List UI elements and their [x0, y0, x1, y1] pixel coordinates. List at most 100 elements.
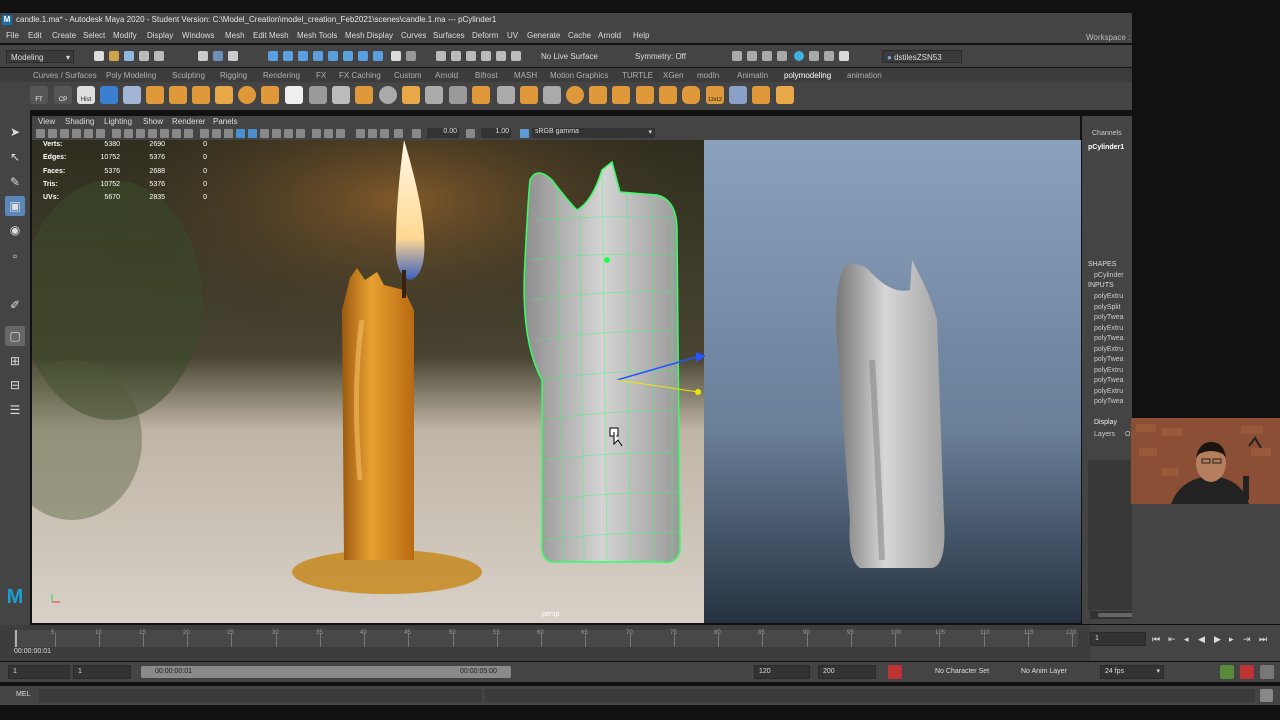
poly-sphere-icon[interactable] — [238, 86, 256, 104]
render-frame-icon[interactable] — [436, 51, 446, 61]
camera-attributes-icon[interactable] — [48, 129, 57, 138]
last-tool-icon[interactable]: ✐ — [5, 295, 25, 315]
gamma-field[interactable]: 1.00 — [481, 128, 511, 138]
isolate-select-icon[interactable] — [336, 129, 345, 138]
grid-12x12-icon[interactable]: 12x12 — [706, 86, 724, 104]
shelf-tab-bifrost[interactable]: Bifrost — [475, 71, 498, 80]
xray-icon[interactable] — [236, 129, 245, 138]
four-view-icon[interactable]: ⊞ — [5, 351, 25, 371]
step-forward-key-icon[interactable]: ⇥ — [1243, 634, 1251, 645]
shelf-tab-animatin[interactable]: Animatin — [737, 71, 768, 80]
character-set-dropdown[interactable]: No Character Set — [935, 668, 989, 675]
range-slider[interactable]: 00:00:00:01 00:00:05:00 — [141, 666, 511, 678]
isolate-icon[interactable] — [394, 129, 403, 138]
lattice-icon[interactable] — [520, 86, 538, 104]
poly-pipe-icon[interactable] — [589, 86, 607, 104]
anim-layer-dropdown[interactable]: No Anim Layer — [1021, 668, 1067, 675]
paint-select-icon[interactable]: ✎ — [5, 172, 25, 192]
color-management-icon[interactable] — [520, 129, 529, 138]
xray-joints-icon[interactable] — [356, 129, 365, 138]
open-scene-icon[interactable] — [109, 51, 119, 61]
motion-blur-icon[interactable] — [296, 129, 305, 138]
snap-curve-icon[interactable] — [283, 51, 293, 61]
film-gate-view-icon[interactable] — [124, 129, 133, 138]
anti-aliasing-icon[interactable] — [312, 129, 321, 138]
undo-icon[interactable] — [139, 51, 149, 61]
gate-mask-icon[interactable] — [148, 129, 157, 138]
bookmark-icon[interactable] — [60, 129, 69, 138]
diamond-icon[interactable] — [146, 86, 164, 104]
viewport-menu-panels[interactable]: Panels — [213, 117, 237, 126]
input-node[interactable]: polyTwea — [1094, 356, 1124, 363]
menu-cache[interactable]: Cache — [568, 31, 591, 40]
input-node[interactable]: polyExtru — [1094, 346, 1123, 353]
wireframe-icon[interactable] — [200, 129, 209, 138]
shelf-tab-poly-modeling[interactable]: Poly Modeling — [106, 71, 156, 80]
rotate-tool-icon[interactable]: ◉ — [5, 220, 25, 240]
loop-icon[interactable] — [1240, 665, 1254, 679]
resolution-view-icon[interactable] — [136, 129, 145, 138]
cube-icon[interactable] — [402, 86, 420, 104]
append-polygon-icon[interactable] — [472, 86, 490, 104]
animation-prefs-icon[interactable] — [1260, 665, 1274, 679]
step-back-frame-icon[interactable]: ◂ — [1184, 634, 1189, 645]
redo-icon[interactable] — [154, 51, 164, 61]
input-node[interactable]: polyExtru — [1094, 293, 1123, 300]
input-node[interactable]: polyExtru — [1094, 388, 1123, 395]
lock-icon[interactable] — [391, 51, 401, 61]
bevel-icon[interactable] — [261, 86, 279, 104]
multi-cut-icon[interactable] — [309, 86, 327, 104]
center-pivot-icon[interactable]: CP — [54, 86, 72, 104]
modeling-toolkit-icon[interactable] — [824, 51, 834, 61]
poly-helix-icon[interactable] — [636, 86, 654, 104]
snap-surface-icon[interactable] — [358, 51, 368, 61]
sculpt-mode-icon[interactable] — [794, 51, 804, 61]
menu-windows[interactable]: Windows — [182, 31, 214, 40]
script-editor-icon[interactable] — [1260, 689, 1273, 702]
outliner-layout-icon[interactable]: ☰ — [5, 400, 25, 420]
poly-gear-icon[interactable] — [752, 86, 770, 104]
shelf-tab-fx-caching[interactable]: FX Caching — [339, 71, 381, 80]
time-slider[interactable] — [14, 630, 1078, 647]
move-tool-icon[interactable]: ▣ — [5, 196, 25, 216]
pause-icon[interactable] — [839, 51, 849, 61]
workspace-label[interactable]: Workspace : — [1086, 33, 1130, 42]
auto-key-icon[interactable] — [888, 665, 902, 679]
play-backwards-icon[interactable]: ◀ — [1198, 634, 1205, 645]
menu-arnold[interactable]: Arnold — [598, 31, 621, 40]
poly-cylinder-icon[interactable] — [682, 86, 700, 104]
smooth-shade-icon[interactable] — [212, 129, 221, 138]
fps-dropdown[interactable]: 24 fps ▾ — [1100, 665, 1164, 679]
save-scene-icon[interactable] — [124, 51, 134, 61]
poly-torus-icon[interactable] — [566, 86, 584, 104]
shelf-tab-curves-surfaces[interactable]: Curves / Surfaces — [33, 71, 97, 80]
safe-title-icon[interactable] — [184, 129, 193, 138]
ipr-render-icon[interactable] — [451, 51, 461, 61]
render-settings-icon[interactable] — [466, 51, 476, 61]
channels-header[interactable]: Channels — [1092, 130, 1122, 137]
menu-surfaces[interactable]: Surfaces — [433, 31, 465, 40]
shelf-tab-modin[interactable]: modIn — [697, 71, 719, 80]
new-scene-icon[interactable] — [94, 51, 104, 61]
depth-of-field-icon[interactable] — [324, 129, 333, 138]
wireframe-on-shaded-icon[interactable] — [224, 129, 233, 138]
select-camera-icon[interactable] — [36, 129, 45, 138]
input-node[interactable]: polyTwea — [1094, 314, 1124, 321]
backface-culling-icon[interactable] — [380, 129, 389, 138]
current-frame-field[interactable]: 1 — [1090, 632, 1146, 646]
select-object-icon[interactable] — [213, 51, 223, 61]
menu-mesh-display[interactable]: Mesh Display — [345, 31, 393, 40]
display-tab[interactable]: Display — [1094, 419, 1117, 426]
select-component-icon[interactable] — [228, 51, 238, 61]
play-forwards-icon[interactable]: ▶ — [1214, 634, 1221, 645]
poly-waffle-icon[interactable] — [776, 86, 794, 104]
go-to-end-icon[interactable]: ⏭ — [1259, 634, 1267, 645]
menu-display[interactable]: Display — [147, 31, 173, 40]
poly-cone-icon[interactable] — [612, 86, 630, 104]
exposure-field[interactable]: 0.00 — [427, 128, 459, 138]
snap-vertex-icon[interactable] — [373, 51, 383, 61]
input-node[interactable]: polyExtru — [1094, 367, 1123, 374]
sound-icon[interactable] — [1220, 665, 1234, 679]
textured-icon[interactable] — [248, 129, 257, 138]
extrude-icon[interactable] — [169, 86, 187, 104]
